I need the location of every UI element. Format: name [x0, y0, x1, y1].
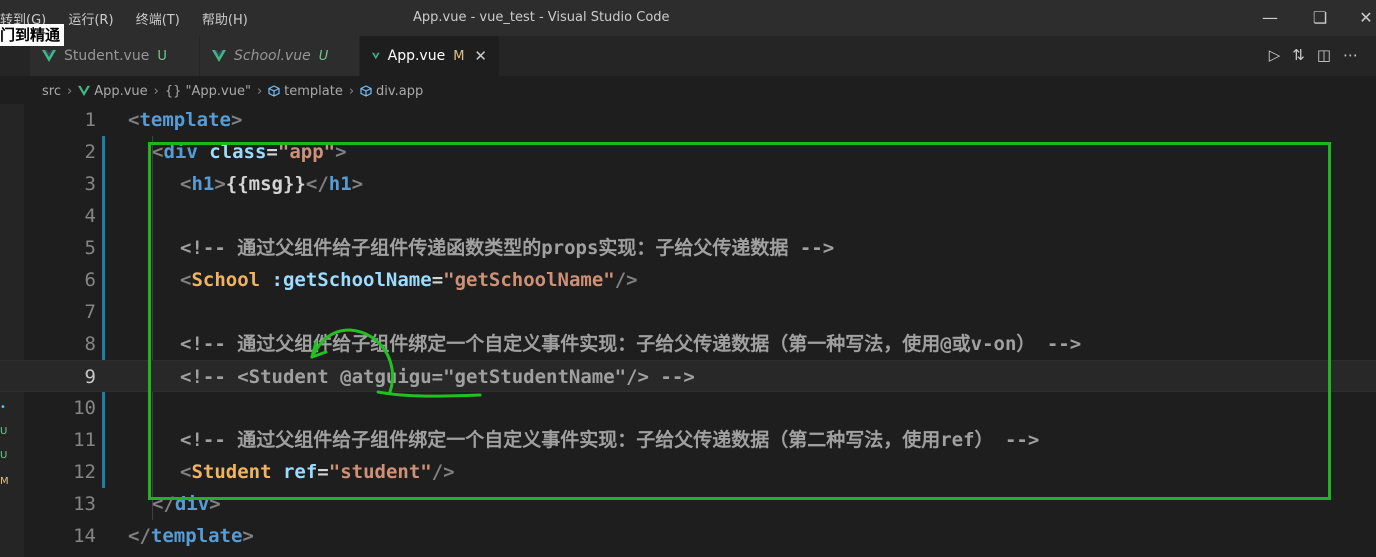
tab-app-vue[interactable]: App.vue M ✕	[360, 36, 500, 76]
watermark-text: 门到精通	[0, 24, 65, 46]
cube-icon	[360, 85, 372, 97]
modified-badge: M	[453, 48, 465, 64]
chevron-right-icon: ›	[153, 83, 159, 99]
close-window-icon[interactable]: ✕	[1346, 4, 1376, 32]
tag-bracket: >	[230, 109, 243, 131]
title-bar: 转到(G) 运行(R) 终端(T) 帮助(H) App.vue - vue_te…	[0, 0, 1376, 36]
line-number: 8	[84, 333, 96, 355]
tab-label: School.vue	[234, 48, 311, 64]
tag-name: template	[150, 525, 243, 547]
tab-school-vue[interactable]: School.vue U	[200, 36, 360, 76]
arrow-annotation	[310, 328, 482, 398]
close-tab-icon[interactable]: ✕	[474, 47, 487, 65]
compare-changes-icon[interactable]: ⇅	[1292, 46, 1305, 64]
chevron-right-icon: ›	[66, 83, 73, 99]
breadcrumb-template[interactable]: template	[284, 84, 343, 99]
code-line[interactable]: 1 <template>	[0, 104, 1376, 136]
tag-bracket: <	[128, 109, 140, 131]
line-number: 3	[84, 173, 96, 195]
vue-icon	[372, 52, 380, 60]
tag-name: template	[139, 109, 231, 131]
tab-label: Student.vue	[64, 48, 150, 64]
editor-actions: ▷ ⇅ ◫ ⋯	[1269, 46, 1358, 64]
restore-icon[interactable]: ❏	[1300, 4, 1340, 32]
line-number: 14	[73, 525, 96, 547]
menu-terminal[interactable]: 终端(T)	[136, 13, 180, 28]
more-actions-icon[interactable]: ⋯	[1343, 46, 1358, 64]
line-number: 13	[73, 493, 96, 515]
menu-help[interactable]: 帮助(H)	[202, 13, 248, 28]
line-number: 4	[84, 205, 96, 227]
line-number: 9	[84, 366, 96, 388]
line-number: 5	[84, 237, 96, 259]
breadcrumb-file[interactable]: App.vue	[94, 84, 147, 99]
window-title: App.vue - vue_test - Visual Studio Code	[413, 10, 670, 25]
code-line[interactable]: 14 </template>	[0, 520, 1376, 552]
tab-bar: Student.vue U School.vue U App.vue M ✕	[0, 36, 1376, 76]
untracked-badge: U	[318, 48, 329, 64]
breadcrumb: src › App.vue › {} "App.vue" › template …	[42, 80, 423, 102]
line-content: </template>	[128, 520, 254, 552]
tag-bracket: >	[242, 525, 254, 547]
breadcrumb-symbol[interactable]: {} "App.vue"	[165, 84, 251, 99]
chevron-right-icon: ›	[256, 83, 263, 99]
line-number: 11	[73, 429, 96, 451]
cube-icon	[268, 85, 280, 97]
run-icon[interactable]: ▷	[1269, 46, 1281, 64]
line-number: 7	[84, 301, 96, 323]
line-number: 12	[73, 461, 96, 483]
tag-bracket: </	[128, 525, 151, 547]
line-number: 6	[84, 269, 96, 291]
line-content: <template>	[128, 104, 242, 136]
vue-icon	[42, 50, 56, 62]
split-editor-icon[interactable]: ◫	[1317, 46, 1331, 64]
minimize-icon[interactable]: —	[1250, 4, 1290, 32]
vue-icon	[212, 50, 226, 62]
untracked-badge: U	[157, 48, 167, 64]
breadcrumb-div[interactable]: div.app	[376, 84, 423, 99]
line-number: 2	[84, 141, 96, 163]
line-number: 1	[84, 109, 96, 131]
breadcrumb-src[interactable]: src	[42, 84, 61, 99]
menu-run[interactable]: 运行(R)	[68, 13, 113, 28]
chevron-right-icon: ›	[348, 83, 355, 99]
vue-icon	[78, 85, 91, 97]
line-number: 10	[73, 397, 96, 419]
tab-label: App.vue	[387, 48, 446, 64]
